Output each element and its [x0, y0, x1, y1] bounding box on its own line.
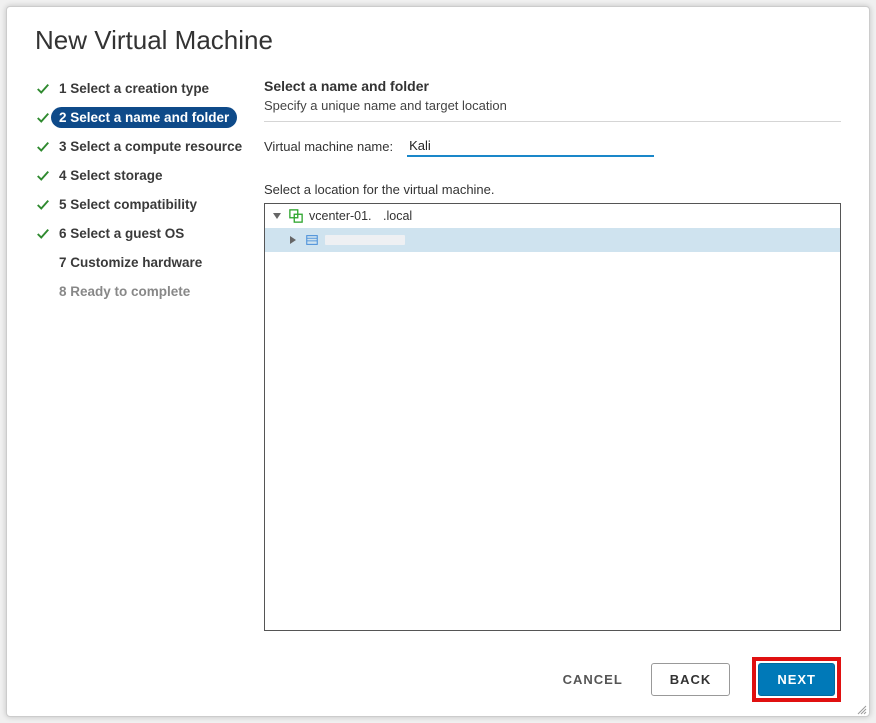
resize-handle-icon[interactable]: [855, 702, 867, 714]
checkmark-icon: [35, 169, 51, 183]
location-caption: Select a location for the virtual machin…: [264, 182, 841, 197]
vm-name-row: Virtual machine name:: [264, 136, 841, 156]
dialog-title: New Virtual Machine: [35, 25, 841, 56]
divider: [264, 121, 841, 122]
tree-datacenter-label: [325, 235, 405, 245]
chevron-down-icon[interactable]: [271, 211, 283, 221]
step-content: Select a name and folder Specify a uniqu…: [260, 78, 841, 639]
checkmark-icon: [35, 227, 51, 241]
section-title: Select a name and folder: [264, 78, 841, 94]
checkmark-icon: [35, 82, 51, 96]
location-tree[interactable]: vcenter-01. .local: [264, 203, 841, 631]
step-3[interactable]: 3 Select a compute resource: [35, 136, 260, 157]
step-label: 1 Select a creation type: [51, 78, 217, 99]
tree-root-label: vcenter-01. .local: [309, 209, 420, 223]
vm-name-input[interactable]: [407, 136, 587, 156]
step-label: 6 Select a guest OS: [51, 223, 192, 244]
dialog-footer: CANCEL BACK NEXT: [35, 657, 841, 702]
dialog-body: 1 Select a creation type 2 Select a name…: [35, 78, 841, 639]
back-button[interactable]: BACK: [651, 663, 731, 696]
step-6[interactable]: 6 Select a guest OS: [35, 223, 260, 244]
cancel-button[interactable]: CANCEL: [557, 664, 629, 695]
datacenter-icon: [305, 233, 319, 248]
checkmark-icon: [35, 111, 51, 125]
step-label: 4 Select storage: [51, 165, 171, 186]
tree-datacenter-row[interactable]: [265, 228, 840, 252]
section-subtitle: Specify a unique name and target locatio…: [264, 98, 841, 113]
input-accent-bar: [407, 155, 654, 157]
checkmark-icon: [35, 140, 51, 154]
next-button-highlight: NEXT: [752, 657, 841, 702]
vcenter-icon: [289, 209, 303, 224]
wizard-steps: 1 Select a creation type 2 Select a name…: [35, 78, 260, 639]
checkmark-icon: [35, 198, 51, 212]
step-5[interactable]: 5 Select compatibility: [35, 194, 260, 215]
step-2[interactable]: 2 Select a name and folder: [35, 107, 260, 128]
tree-root-row[interactable]: vcenter-01. .local: [265, 204, 840, 228]
step-1[interactable]: 1 Select a creation type: [35, 78, 260, 99]
step-4[interactable]: 4 Select storage: [35, 165, 260, 186]
chevron-right-icon[interactable]: [287, 235, 299, 245]
next-button[interactable]: NEXT: [758, 663, 835, 696]
step-label: 7 Customize hardware: [51, 252, 210, 273]
step-8: 8 Ready to complete: [35, 281, 260, 302]
step-label: 2 Select a name and folder: [51, 107, 237, 128]
step-label: 3 Select a compute resource: [51, 136, 250, 157]
step-7[interactable]: 7 Customize hardware: [35, 252, 260, 273]
step-label: 5 Select compatibility: [51, 194, 205, 215]
vm-name-input-wrap: [407, 136, 841, 156]
vm-name-label: Virtual machine name:: [264, 139, 393, 154]
step-label: 8 Ready to complete: [51, 281, 198, 302]
new-vm-dialog: New Virtual Machine 1 Select a creation …: [6, 6, 870, 717]
